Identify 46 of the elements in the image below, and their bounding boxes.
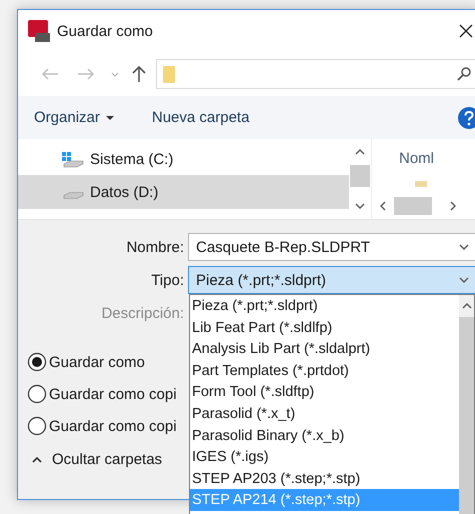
new-folder-button[interactable]: Nueva carpeta	[152, 109, 250, 126]
dropdown-option[interactable]: Parasolid (*.x_t)	[190, 402, 459, 425]
radio-icon[interactable]	[27, 384, 47, 404]
scroll-left-icon	[380, 201, 386, 211]
dropdown-option[interactable]: Lib Feat Part (*.sldlfp)	[190, 316, 459, 338]
column-header[interactable]: Noml	[399, 150, 434, 167]
save-option-radio[interactable]: Guardar como copi	[27, 414, 177, 438]
system-drive-icon	[62, 152, 84, 168]
dropdown-option[interactable]: Parasolid Binary (*.x_b)	[190, 424, 459, 446]
nav-item[interactable]: Sistema (C:)	[18, 144, 349, 175]
radio-icon[interactable]	[27, 352, 47, 372]
filename-field[interactable]: Casquete B-Rep.SLDPRT	[188, 233, 475, 261]
window-title: Guardar como	[57, 22, 153, 40]
close-icon[interactable]	[458, 23, 474, 39]
field-label: Tipo:	[150, 272, 184, 288]
dropdown-option[interactable]: Pieza (*.prt;*.sldprt)	[190, 295, 459, 317]
help-icon[interactable]	[458, 106, 475, 128]
folder-icon	[163, 66, 175, 82]
dropdown-option[interactable]: STEP AP203 (*.step;*.stp)	[190, 468, 459, 490]
chevron-up-icon	[32, 456, 42, 462]
dropdown-option[interactable]: IGES (*.igs)	[190, 446, 459, 468]
drive-icon	[62, 192, 84, 198]
nav-item[interactable]: Datos (D:)	[18, 175, 349, 209]
field-label: Descripción:	[100, 304, 184, 322]
dropdown-option[interactable]: Analysis Lib Part (*.sldalprt)	[190, 338, 459, 360]
organize-menu[interactable]: Organizar	[34, 109, 114, 126]
scroll-up-icon	[462, 303, 472, 309]
hide-folders-button[interactable]: Ocultar carpetas	[32, 451, 162, 468]
app-logo-icon	[27, 19, 51, 43]
scrollbar-thumb[interactable]	[459, 317, 474, 514]
save-option-radio[interactable]: Guardar como copi	[27, 382, 177, 406]
save-option-radio[interactable]: Guardar como	[27, 350, 145, 374]
address-field[interactable]	[156, 59, 475, 89]
scroll-right-icon	[450, 201, 456, 211]
type-dropdown[interactable]: Pieza (*.prt;*.sldprt)	[188, 266, 475, 294]
caret-icon	[106, 116, 114, 120]
dropdown-option[interactable]: Part Templates (*.prtdot)	[190, 360, 459, 382]
scroll-down-icon	[355, 203, 365, 209]
dropdown-caret-icon	[459, 277, 469, 283]
dropdown-caret-icon	[459, 244, 469, 250]
radio-icon[interactable]	[27, 416, 47, 436]
dropdown-option[interactable]: Form Tool (*.sldftp)	[190, 381, 459, 403]
scrollbar-thumb[interactable]	[394, 197, 432, 215]
scrollbar-thumb[interactable]	[350, 165, 370, 187]
scroll-up-icon	[355, 149, 365, 155]
field-label: Nombre:	[125, 238, 184, 256]
